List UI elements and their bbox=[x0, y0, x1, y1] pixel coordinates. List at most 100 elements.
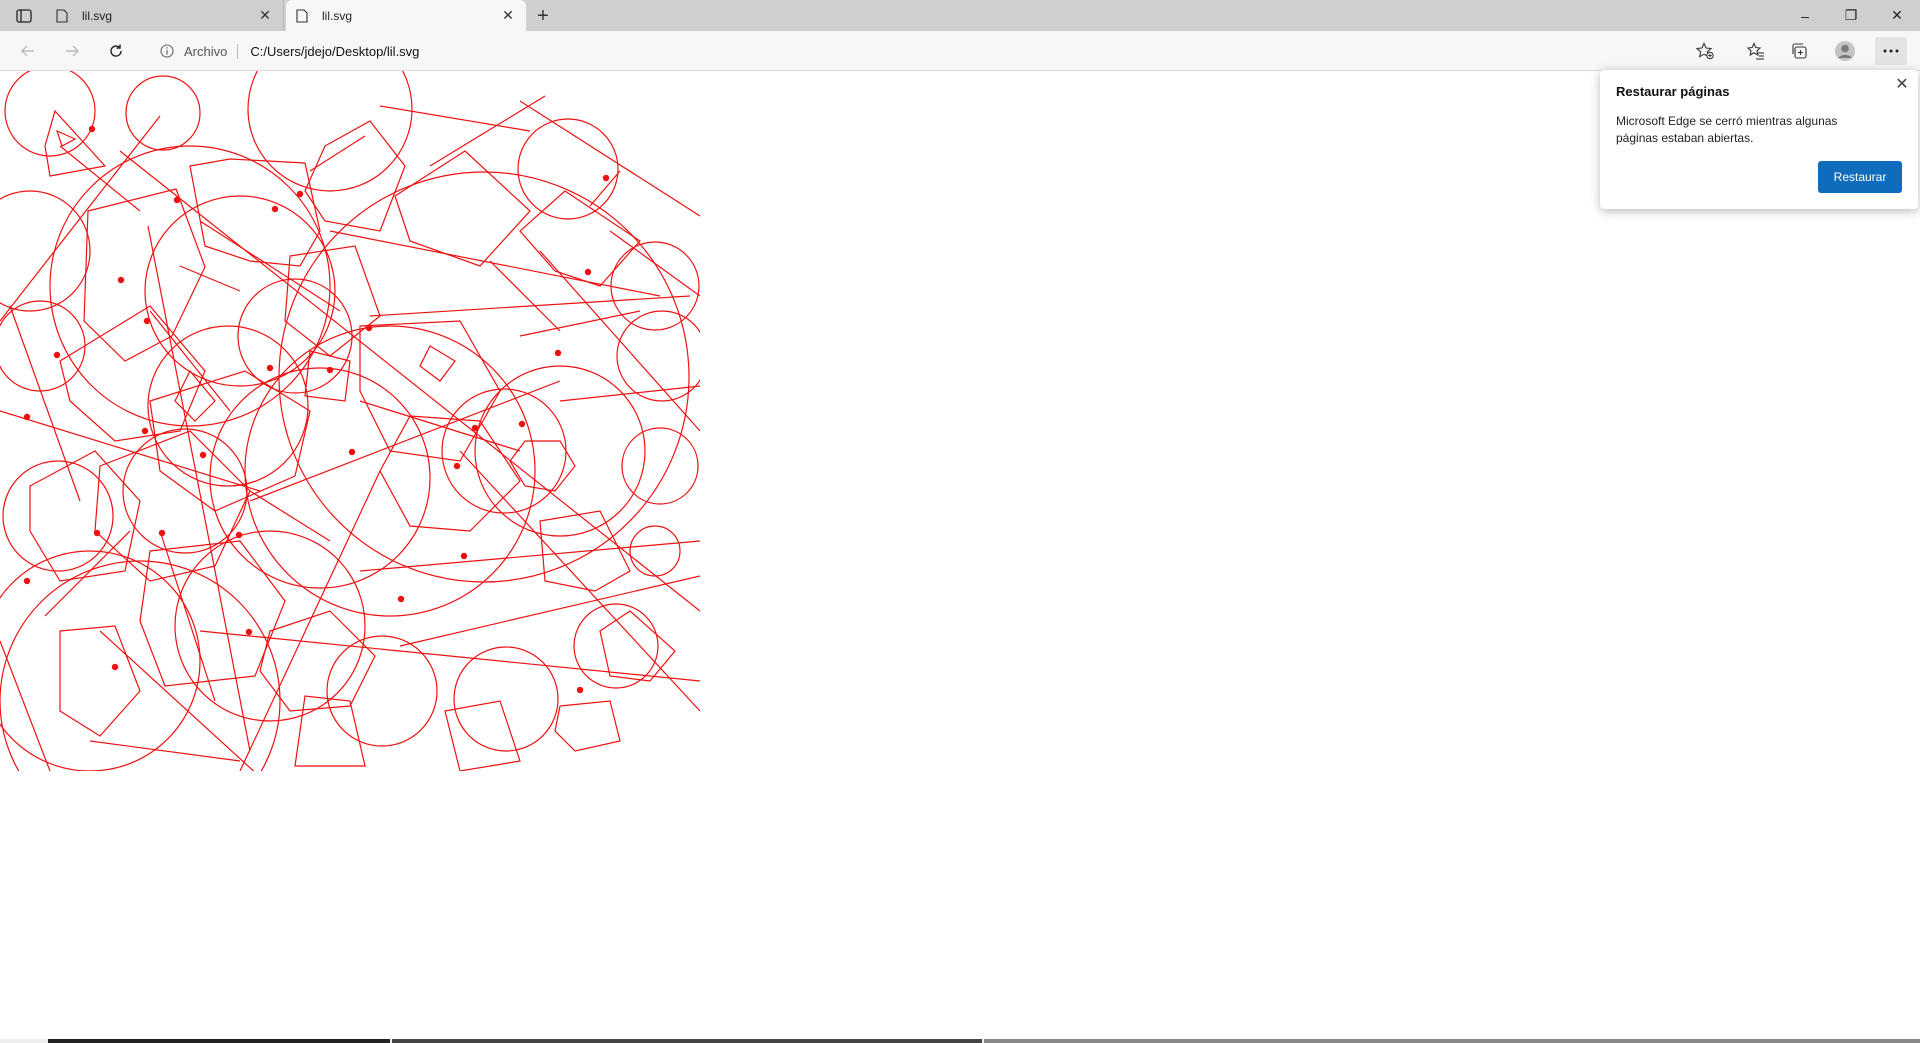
favorites-button[interactable] bbox=[1740, 37, 1772, 65]
close-window-button[interactable]: ✕ bbox=[1874, 0, 1920, 31]
drawing-circle bbox=[209, 367, 431, 589]
drawing-polygon bbox=[284, 245, 381, 357]
more-button[interactable] bbox=[1875, 37, 1907, 65]
tab-strip: lil.svg ✕ lil.svg ✕ + – ❐ ✕ bbox=[0, 0, 1920, 31]
drawing-dot bbox=[348, 448, 356, 456]
drawing-dot bbox=[93, 529, 101, 537]
drawing-dot bbox=[602, 174, 610, 182]
bottom-edge bbox=[0, 1039, 1920, 1043]
drawing-line bbox=[199, 630, 700, 682]
url-text[interactable]: C:/Users/jdejo/Desktop/lil.svg bbox=[250, 44, 419, 59]
drawing-line bbox=[519, 100, 700, 217]
plus-icon[interactable]: + bbox=[530, 3, 556, 29]
drawing-polygon bbox=[419, 345, 456, 382]
tab-actions-button[interactable] bbox=[10, 4, 38, 28]
page-icon bbox=[56, 8, 72, 24]
refresh-button[interactable] bbox=[102, 37, 130, 65]
drawing-line bbox=[359, 400, 521, 452]
close-icon[interactable]: ✕ bbox=[257, 7, 273, 24]
drawing-line bbox=[9, 305, 81, 502]
profile-icon bbox=[1835, 41, 1855, 61]
restore-button[interactable]: Restaurar bbox=[1818, 161, 1902, 193]
drawing-dot bbox=[111, 663, 119, 671]
tab-label: lil.svg bbox=[322, 8, 353, 23]
drawing-line bbox=[179, 265, 241, 292]
drawing-line bbox=[44, 530, 131, 617]
drawing-line bbox=[609, 230, 700, 297]
drawing-circle bbox=[4, 71, 96, 157]
tab-lil-svg-1[interactable]: lil.svg ✕ bbox=[46, 0, 284, 31]
drawing-dot bbox=[471, 424, 479, 432]
close-icon[interactable]: ✕ bbox=[500, 7, 516, 24]
drawing-circle bbox=[244, 325, 536, 617]
drawing-polygon bbox=[554, 700, 621, 752]
drawing-polygon bbox=[509, 440, 576, 492]
collections-icon bbox=[1792, 43, 1807, 59]
drawing-polygon bbox=[359, 320, 501, 462]
popup-message: Microsoft Edge se cerró mientras algunas… bbox=[1616, 114, 1838, 145]
drawing-circle bbox=[0, 550, 201, 771]
drawing-polygon bbox=[599, 610, 676, 682]
restore-pages-popup: Restaurar páginas Microsoft Edge se cerr… bbox=[1600, 70, 1918, 209]
profile-button[interactable] bbox=[1829, 37, 1861, 65]
drawing-line bbox=[89, 740, 241, 762]
favorites-icon bbox=[1747, 42, 1764, 60]
drawing-line bbox=[249, 380, 561, 502]
drawing-dot bbox=[235, 531, 243, 539]
drawing-dot bbox=[88, 125, 96, 133]
drawing-dot bbox=[141, 427, 149, 435]
page-icon bbox=[296, 8, 312, 24]
drawing-dot bbox=[460, 552, 468, 560]
drawing-polygon bbox=[379, 415, 521, 532]
tab-lil-svg-2[interactable]: lil.svg ✕ bbox=[286, 0, 526, 31]
svg-drawing bbox=[0, 71, 700, 771]
drawing-dot bbox=[23, 413, 31, 421]
drawing-dot bbox=[326, 366, 334, 374]
drawing-circle bbox=[629, 525, 681, 577]
drawing-dot bbox=[271, 205, 279, 213]
drawing-circle bbox=[0, 560, 281, 771]
close-icon[interactable]: ✕ bbox=[1894, 76, 1910, 93]
drawing-dot bbox=[53, 351, 61, 359]
drawing-dot bbox=[453, 462, 461, 470]
drawing-polygon bbox=[444, 700, 521, 771]
drawing-circle bbox=[122, 428, 248, 554]
address-bar[interactable]: Archivo C:/Users/jdejo/Desktop/lil.svg bbox=[146, 35, 1686, 67]
back-arrow-icon bbox=[21, 45, 34, 57]
drawing-dot bbox=[576, 686, 584, 694]
drawing-line bbox=[359, 540, 700, 572]
scheme-label: Archivo bbox=[184, 43, 239, 59]
drawing-line bbox=[329, 230, 661, 297]
drawing-line bbox=[59, 145, 141, 212]
drawing-dot bbox=[397, 595, 405, 603]
drawing-line bbox=[0, 115, 161, 322]
drawing-circle bbox=[517, 118, 619, 220]
forward-button[interactable] bbox=[58, 37, 86, 65]
tab-label: lil.svg bbox=[82, 8, 113, 23]
drawing-line bbox=[369, 295, 691, 317]
drawing-polygon bbox=[59, 625, 141, 737]
tab-actions-icon bbox=[16, 9, 32, 23]
back-button[interactable] bbox=[14, 37, 42, 65]
info-icon[interactable] bbox=[160, 43, 176, 59]
drawing-circle bbox=[174, 530, 366, 722]
drawing-dot bbox=[143, 317, 151, 325]
drawing-dot bbox=[266, 364, 274, 372]
collections-button[interactable] bbox=[1784, 37, 1816, 65]
drawing-line bbox=[309, 135, 366, 172]
drawing-dot bbox=[117, 276, 125, 284]
drawing-polygon bbox=[304, 120, 406, 232]
drawing-line bbox=[199, 220, 341, 312]
drawing-polygon bbox=[44, 109, 107, 177]
drawing-polygon bbox=[189, 158, 321, 267]
minimize-button[interactable]: – bbox=[1782, 0, 1828, 31]
drawing-dot bbox=[584, 268, 592, 276]
drawing-dot bbox=[245, 628, 253, 636]
drawing-dot bbox=[173, 196, 181, 204]
restore-button[interactable]: ❐ bbox=[1828, 0, 1874, 31]
drawing-line bbox=[159, 530, 216, 702]
drawing-line bbox=[519, 310, 641, 337]
drawing-polygon bbox=[394, 150, 531, 267]
drawing-line bbox=[399, 575, 700, 647]
favorite-add-button[interactable] bbox=[1689, 37, 1721, 65]
